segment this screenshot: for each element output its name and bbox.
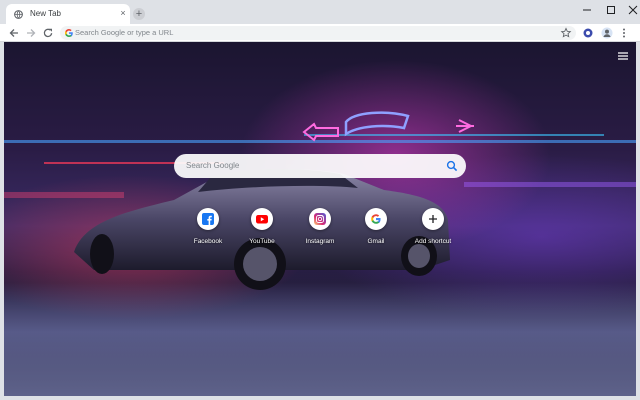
shortcut-gmail[interactable]: Gmail [348,204,404,250]
google-icon [371,214,381,224]
google-icon [65,29,73,37]
add-icon [429,215,437,223]
shortcut-tile [422,208,444,230]
youtube-icon [256,215,268,224]
forward-arrow-icon[interactable] [25,27,37,39]
shortcut-tile [309,208,331,230]
customize-menu-icon[interactable] [618,52,628,60]
new-tab-button[interactable]: + [133,8,145,20]
shortcut-add[interactable]: Add shortcut [405,204,461,250]
avatar[interactable] [601,27,613,39]
instagram-icon [314,213,326,225]
search-placeholder: Search Google [186,161,240,170]
toolbar: Search Google or type a URL [0,24,640,42]
minimize-icon[interactable] [580,4,594,16]
shortcut-facebook[interactable]: Facebook [180,204,236,250]
search-input[interactable]: Search Google [174,154,466,178]
maximize-icon[interactable] [604,4,618,16]
bookmark-star-icon[interactable] [560,27,572,39]
shortcut-tile [251,208,273,230]
close-tab-icon[interactable]: × [118,8,128,18]
shortcut-label: YouTube [249,238,275,245]
back-arrow-icon[interactable] [8,27,20,39]
tab-strip: New Tab × + [0,0,640,24]
reload-icon[interactable] [42,27,54,39]
address-bar-placeholder: Search Google or type a URL [75,28,174,37]
shortcut-label: Add shortcut [414,238,452,245]
facebook-icon [202,213,214,225]
shortcut-tile [365,208,387,230]
shortcut-label: Instagram [305,238,335,245]
shortcut-tile [197,208,219,230]
new-tab-page: Search Google Facebook YouTube Instagram… [4,42,636,396]
shortcut-label: Facebook [193,238,223,245]
close-window-icon[interactable] [626,4,640,16]
shortcut-label: Gmail [367,238,385,245]
shortcut-instagram[interactable]: Instagram [292,204,348,250]
address-bar[interactable]: Search Google or type a URL [60,26,576,40]
more-vert-icon[interactable] [619,27,629,39]
tab-new-tab[interactable]: New Tab × [6,4,130,24]
tab-title: New Tab [30,9,61,18]
globe-icon [14,10,23,19]
browser-window: New Tab × + Search Google or type a URL … [0,0,640,400]
shortcut-youtube[interactable]: YouTube [234,204,290,250]
extension-icon[interactable] [582,27,594,39]
search-icon[interactable] [446,160,458,172]
